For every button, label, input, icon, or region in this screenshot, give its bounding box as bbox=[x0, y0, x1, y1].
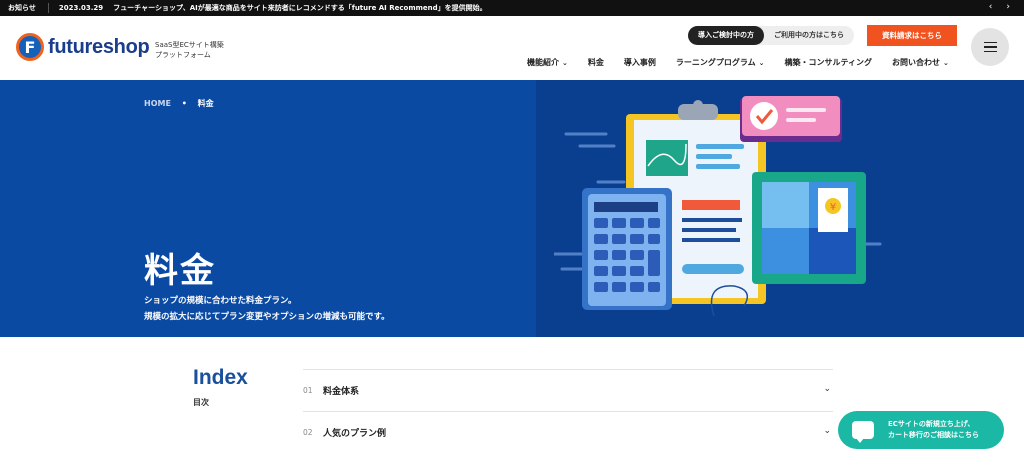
chevron-down-icon: ⌄ bbox=[823, 426, 831, 436]
chat-text-line-1: ECサイトの新規立ち上げ、 bbox=[888, 420, 975, 428]
news-date: 2023.03.29 bbox=[58, 4, 104, 12]
index-item-popular-plans[interactable]: 02 人気のプラン例 ⌄ bbox=[303, 411, 833, 453]
hamburger-icon[interactable] bbox=[971, 28, 1009, 66]
index-item-label: 人気のプラン例 bbox=[323, 429, 387, 439]
logo-mark: F bbox=[16, 33, 44, 61]
index-title: Index bbox=[193, 366, 248, 389]
logo-link[interactable]: F futureshop bbox=[16, 33, 150, 61]
site-header: F futureshop SaaS型ECサイト構築 プラットフォーム 導入ご検討… bbox=[0, 16, 1024, 80]
news-headline-link[interactable]: フューチャーショップ、AIが最適な商品をサイト来訪者にレコメンドする「futur… bbox=[113, 3, 486, 13]
yen-coin-symbol: ¥ bbox=[830, 202, 836, 213]
page-title: 料金 bbox=[144, 251, 216, 291]
audience-customer-button[interactable]: ご利用中の方はこちら bbox=[764, 26, 854, 45]
signature-bar bbox=[682, 200, 740, 210]
index-item-pricing-system[interactable]: 01 料金体系 ⌄ bbox=[303, 369, 833, 411]
hero-section: HOME • 料金 料金 ショップの規模に合わせた料金プラン。 規模の拡大に応じ… bbox=[0, 80, 1024, 337]
breadcrumb-home-link[interactable]: HOME bbox=[144, 99, 171, 108]
index-item-number: 02 bbox=[303, 428, 313, 437]
chevron-down-icon: ⌄ bbox=[758, 59, 765, 67]
chat-text: ECサイトの新規立ち上げ、 カート移行のご相談はこちら bbox=[888, 419, 979, 441]
nav-item-cases[interactable]: 導入事例 bbox=[624, 57, 656, 68]
submit-bar bbox=[682, 264, 744, 274]
chevron-left-icon[interactable]: ‹ bbox=[989, 2, 993, 12]
index-list: 01 料金体系 ⌄ 02 人気のプラン例 ⌄ bbox=[303, 369, 833, 453]
hero-description: ショップの規模に合わせた料金プラン。 規模の拡大に応じてプラン変更やオプションの… bbox=[144, 293, 390, 325]
nav-item-learning[interactable]: ラーニングプログラム ⌄ bbox=[676, 57, 765, 68]
chevron-down-icon: ⌄ bbox=[823, 384, 831, 394]
chat-text-line-2: カート移行のご相談はこちら bbox=[888, 431, 979, 439]
index-item-number: 01 bbox=[303, 386, 313, 395]
chevron-right-icon[interactable]: › bbox=[1006, 2, 1010, 12]
nav-item-contact[interactable]: お問い合わせ ⌄ bbox=[892, 57, 949, 68]
audience-switch: 導入ご検討中の方 ご利用中の方はこちら bbox=[688, 26, 854, 45]
audience-prospect-button[interactable]: 導入ご検討中の方 bbox=[688, 26, 764, 45]
chevron-down-icon: ⌄ bbox=[943, 59, 949, 67]
nav-item-consulting[interactable]: 構築・コンサルティング bbox=[785, 57, 873, 68]
logo-text: futureshop bbox=[48, 35, 150, 58]
nav-item-pricing[interactable]: 料金 bbox=[588, 57, 604, 68]
nav-item-features[interactable]: 機能紹介 ⌄ bbox=[527, 57, 568, 68]
news-bar: お知らせ 2023.03.29 フューチャーショップ、AIが最適な商品をサイト来… bbox=[0, 0, 1024, 16]
hero-description-line-1: ショップの規模に合わせた料金プラン。 bbox=[144, 296, 297, 306]
map-thumbnail bbox=[646, 140, 688, 176]
chevron-down-icon: ⌄ bbox=[562, 59, 568, 67]
breadcrumb: HOME • 料金 bbox=[144, 98, 214, 109]
request-docs-button[interactable]: 資料請求はこちら bbox=[867, 25, 957, 46]
breadcrumb-separator: • bbox=[181, 99, 187, 108]
chat-consult-button[interactable]: ECサイトの新規立ち上げ、 カート移行のご相談はこちら bbox=[838, 411, 1004, 449]
news-label: お知らせ bbox=[0, 3, 49, 13]
pricing-illustration: ¥ bbox=[554, 96, 882, 317]
tagline-line-2: プラットフォーム bbox=[155, 51, 211, 59]
tagline: SaaS型ECサイト構築 プラットフォーム bbox=[155, 40, 224, 60]
chat-bubble-icon bbox=[852, 421, 874, 443]
main-nav: 機能紹介 ⌄ 料金 導入事例 ラーニングプログラム ⌄ 構築・コンサルティング お問… bbox=[527, 57, 969, 68]
index-item-label: 料金体系 bbox=[323, 387, 360, 397]
index-subtitle: 目次 bbox=[193, 398, 209, 407]
hero-description-line-2: 規模の拡大に応じてプラン変更やオプションの増減も可能です。 bbox=[144, 312, 390, 322]
tagline-line-1: SaaS型ECサイト構築 bbox=[155, 41, 224, 49]
breadcrumb-current: 料金 bbox=[197, 99, 214, 108]
